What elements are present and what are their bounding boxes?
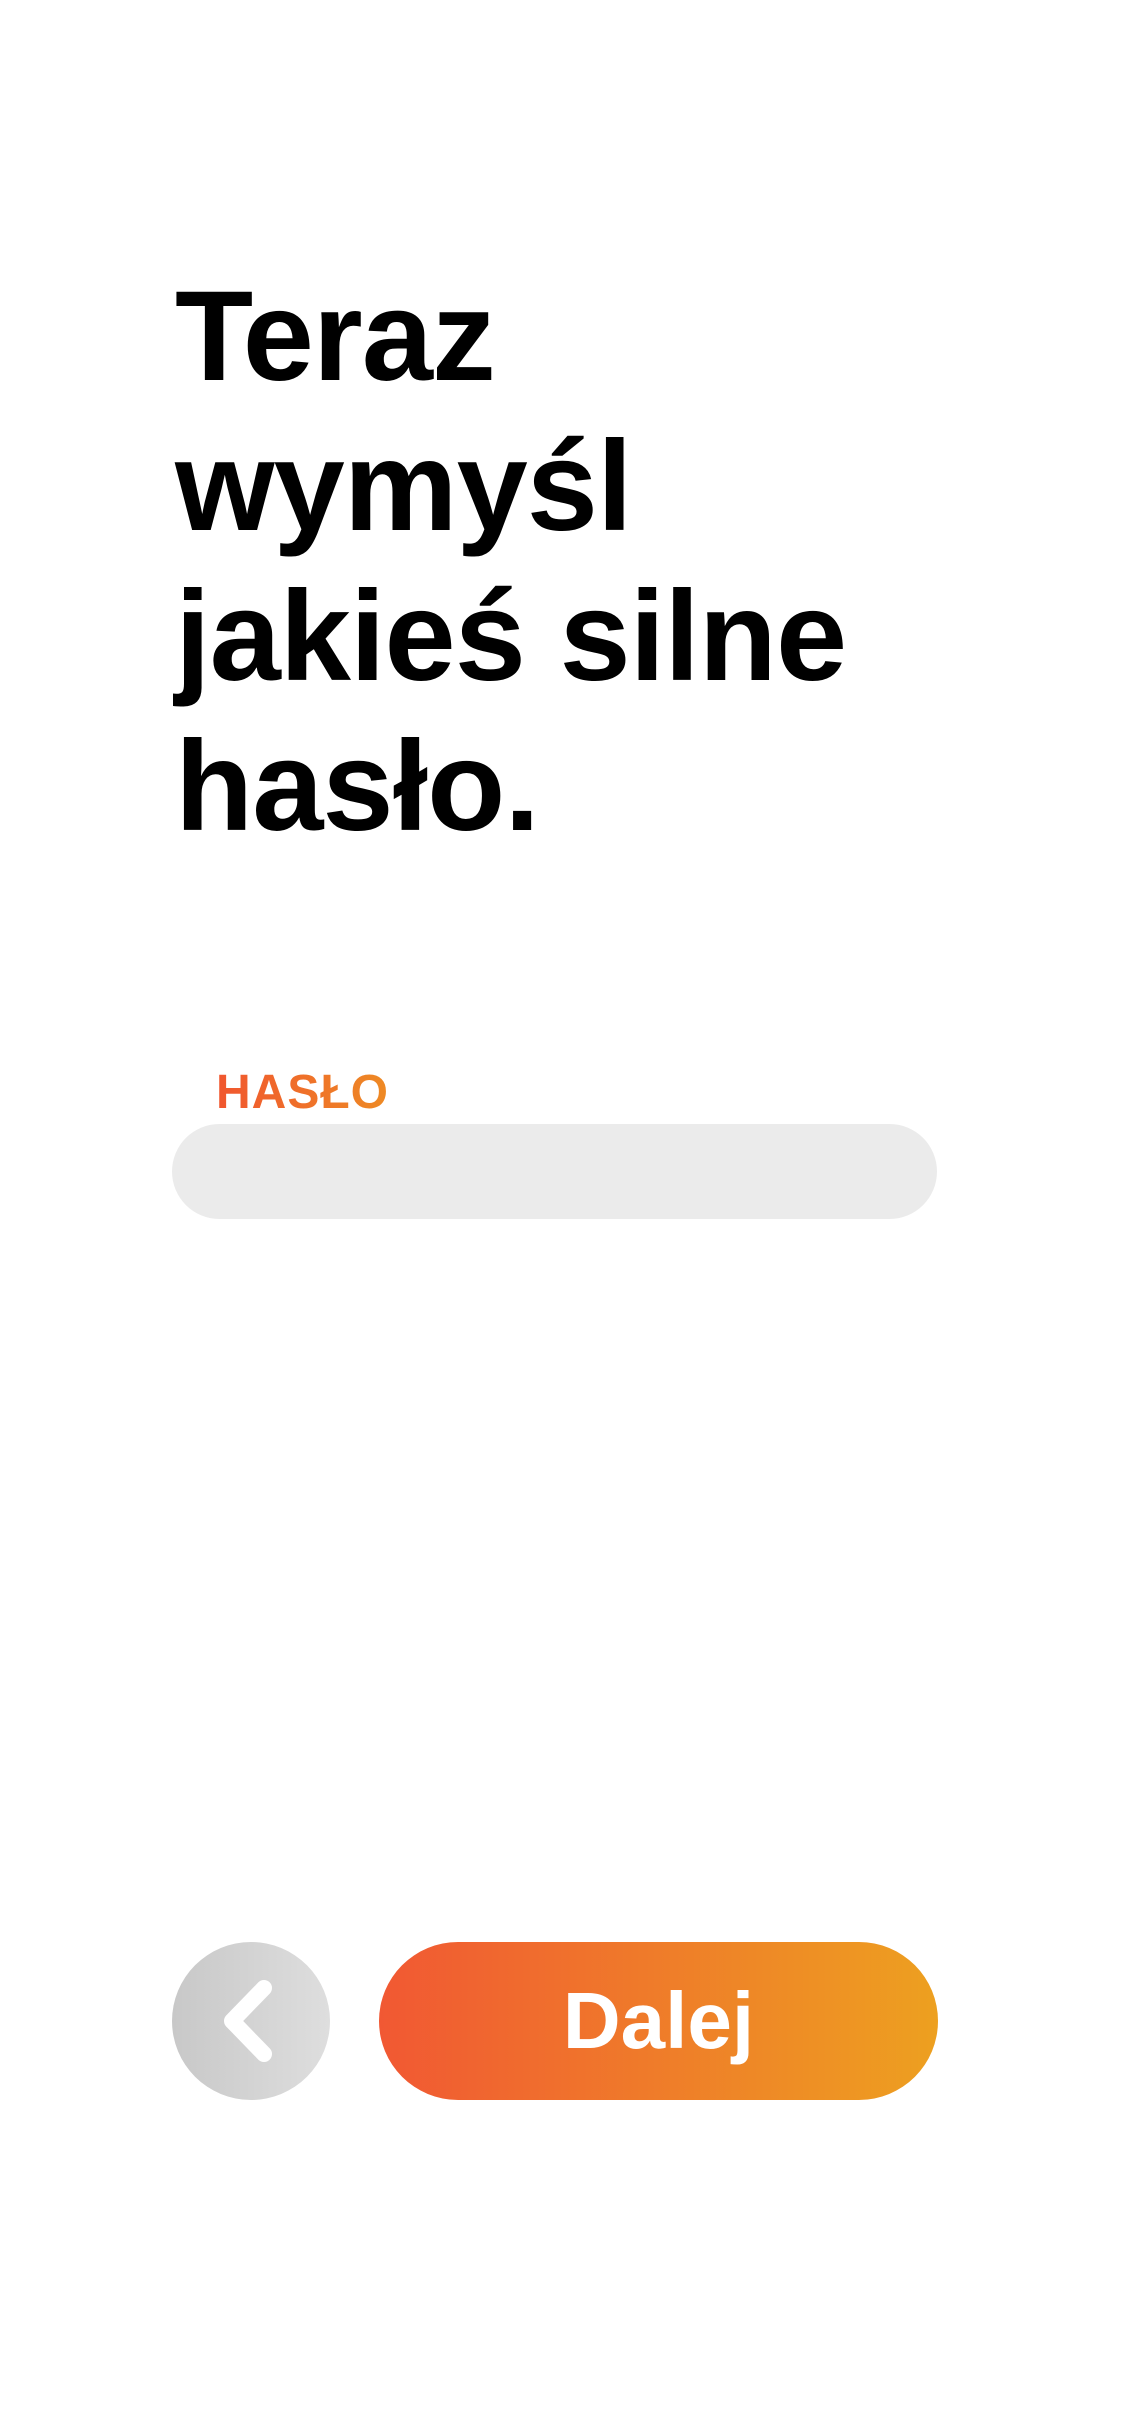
chevron-left-icon — [216, 1976, 286, 2066]
next-button-label: Dalej — [562, 1976, 755, 2065]
password-setup-screen: Teraz wymyśl jakieś silne hasło. HASŁO D… — [0, 0, 1125, 2436]
password-field-label: HASŁO — [216, 1066, 389, 1119]
next-button[interactable]: Dalej — [379, 1942, 938, 2100]
page-title: Teraz wymyśl jakieś silne hasło. — [175, 265, 847, 858]
back-button[interactable] — [172, 1942, 330, 2100]
password-input[interactable] — [172, 1124, 937, 1219]
